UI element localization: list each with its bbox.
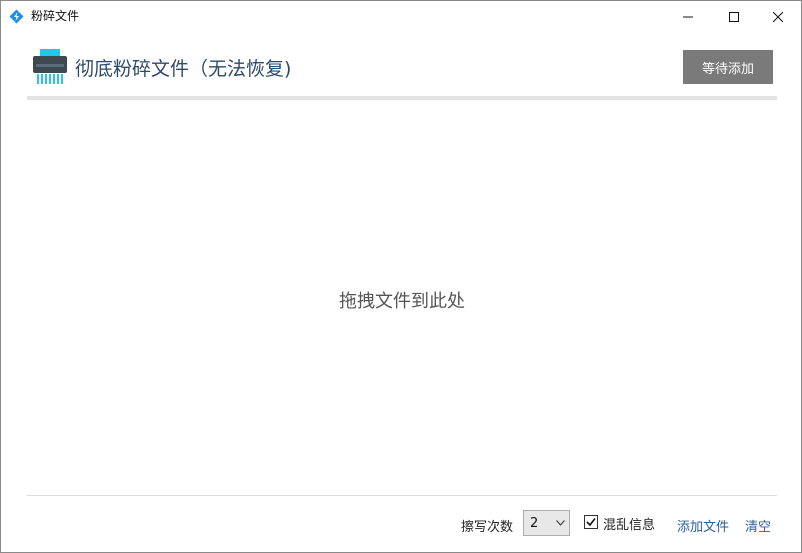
close-button[interactable]	[755, 1, 801, 32]
file-drop-zone[interactable]: 拖拽文件到此处	[27, 100, 777, 495]
minimize-button[interactable]	[665, 1, 711, 32]
check-icon	[586, 518, 596, 527]
clear-link[interactable]: 清空	[745, 516, 771, 535]
scramble-checkbox[interactable]	[584, 515, 598, 529]
shredder-icon	[33, 49, 67, 84]
shred-window: 粉碎文件 彻底粉碎文件（无法恢复) 等待添加 拖拽文件到此处 擦写次数 2 混乱…	[0, 0, 802, 553]
window-title: 粉碎文件	[31, 9, 80, 23]
footer-divider	[27, 495, 777, 496]
footer-bar: 擦写次数 2 混乱信息 添加文件 清空	[1, 507, 801, 541]
add-file-link[interactable]: 添加文件	[677, 516, 729, 535]
wipe-count-value: 2	[530, 516, 539, 531]
maximize-button[interactable]	[711, 1, 757, 32]
app-logo-icon	[9, 9, 24, 24]
close-icon	[773, 11, 783, 22]
wait-add-button[interactable]: 等待添加	[683, 50, 773, 84]
chevron-down-icon	[556, 520, 565, 526]
page-title: 彻底粉碎文件（无法恢复)	[75, 58, 292, 80]
scramble-label[interactable]: 混乱信息	[603, 514, 655, 533]
wipe-count-select[interactable]: 2	[523, 510, 570, 536]
wipe-count-label: 擦写次数	[461, 520, 514, 535]
maximize-icon	[729, 11, 739, 22]
minimize-icon	[683, 16, 693, 17]
title-bar: 粉碎文件	[1, 1, 801, 32]
drop-hint: 拖拽文件到此处	[339, 291, 465, 312]
page-header: 彻底粉碎文件（无法恢复) 等待添加	[27, 46, 775, 96]
